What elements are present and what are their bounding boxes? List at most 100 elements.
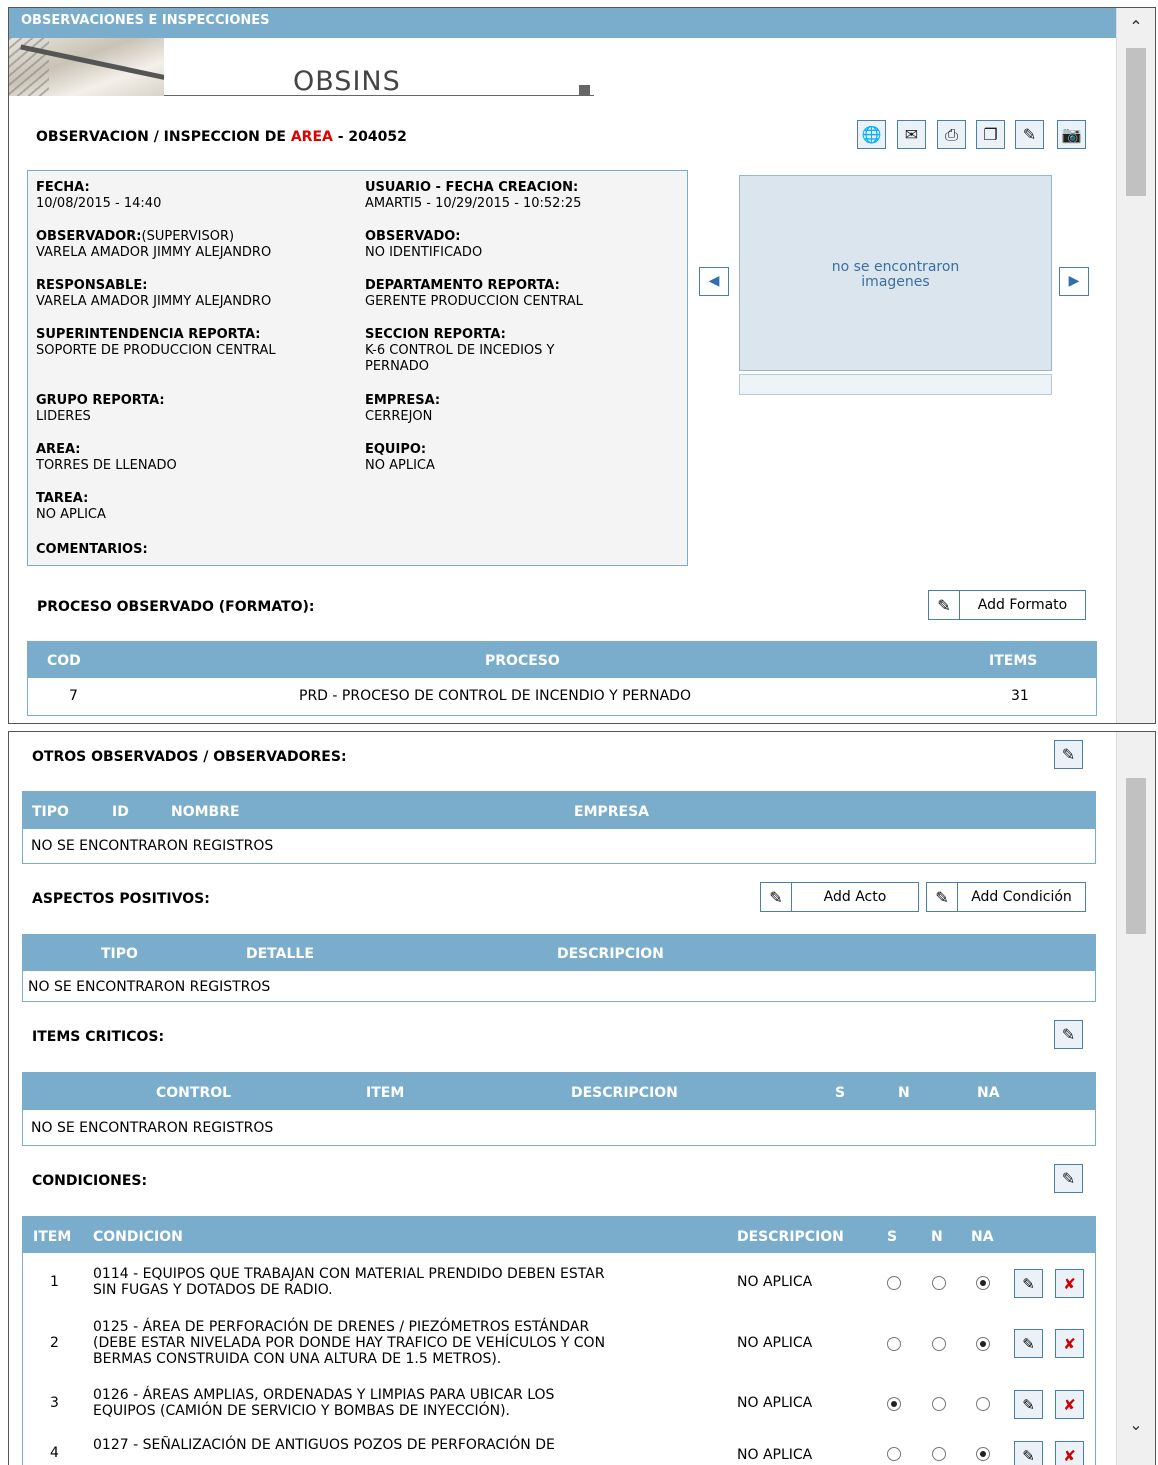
col-cod: COD [47,653,81,669]
edit-icon[interactable]: ✎ [1014,1390,1043,1419]
row-descripcion: NO APLICA [737,1395,813,1411]
image-viewer: no se encontraron imagenes [739,175,1052,371]
field-equipo: EQUIPO: NO APLICA [365,442,435,473]
delete-icon[interactable]: ✘ [1055,1390,1084,1419]
otros-table: TIPO ID NOMBRE EMPRESA NO SE ENCONTRARON… [22,791,1096,864]
field-area: AREA: TORRES DE LLENADO [36,442,177,473]
scroll-thumb[interactable] [1126,48,1146,196]
add-edit-icon: ✎ [927,883,958,911]
radio-n[interactable] [932,1276,946,1290]
col-proceso: PROCESO [485,653,560,669]
row-condicion: 0126 - ÁREAS AMPLIAS, ORDENADAS Y LIMPIA… [93,1387,555,1419]
camera-icon[interactable]: 📷 [1057,120,1086,149]
scroll-up-icon[interactable]: ⌃ [1117,14,1155,40]
add-criticos-button[interactable]: ✎ [1054,1020,1083,1049]
delete-icon[interactable]: ✘ [1055,1329,1084,1358]
radio-s[interactable] [887,1276,901,1290]
field-empresa: EMPRESA: CERREJON [365,393,441,424]
prev-image-button[interactable]: ◀ [699,267,729,296]
field-responsable: RESPONSABLE: VARELA AMADOR JIMMY ALEJANDR… [36,278,272,309]
col-control: CONTROL [156,1085,232,1101]
delete-icon[interactable]: ✘ [1055,1441,1084,1465]
add-acto-button[interactable]: ✎ Add Acto [760,882,919,912]
col-tipo: TIPO [101,946,138,962]
field-tarea: TAREA: NO APLICA [36,491,106,522]
col-item: ITEM [33,1229,72,1245]
info-box: FECHA: 10/08/2015 - 14:40 USUARIO - FECHA… [27,170,688,566]
scroll-down-icon[interactable]: ⌄ [1117,1412,1155,1438]
proceso-table: COD PROCESO ITEMS 7 PRD - PROCESO DE CON… [27,641,1097,716]
field-seccion: SECCION REPORTA: K-6 CONTROL DE INCEDIOS … [365,327,555,374]
record-heading: OBSERVACION / INSPECCION DE AREA - 20405… [36,129,407,145]
bottom-panel: ⌄ OTROS OBSERVADOS / OBSERVADORES: ✎ TIP… [8,731,1156,1465]
table-header: ITEM CONDICION DESCRIPCION S N NA [23,1217,1095,1253]
radio-s[interactable] [887,1337,901,1351]
radio-na[interactable] [976,1276,990,1290]
scroll-thumb-2[interactable] [1126,778,1146,934]
radio-n[interactable] [932,1337,946,1351]
condiciones-title: CONDICIONES: [32,1173,148,1189]
table-header: COD PROCESO ITEMS [28,642,1096,678]
globe-icon[interactable]: 🌐 [857,120,886,149]
banner-divider [164,95,594,96]
col-descripcion: DESCRIPCION [557,946,664,962]
scrollbar[interactable]: ⌃ [1116,8,1155,723]
add-formato-button[interactable]: ✎ Add Formato [928,590,1086,620]
add-otros-button[interactable]: ✎ [1054,740,1083,769]
col-nombre: NOMBRE [171,804,240,820]
next-image-button[interactable]: ▶ [1059,267,1089,296]
edit-icon[interactable]: ✎ [1014,1441,1043,1465]
otros-title: OTROS OBSERVADOS / OBSERVADORES: [32,749,347,765]
edit-icon[interactable]: ✎ [1014,1329,1043,1358]
mail-icon[interactable]: ✉ [897,120,926,149]
radio-n[interactable] [932,1397,946,1411]
radio-na[interactable] [976,1337,990,1351]
no-images-text: no se encontraron [831,259,960,275]
row-items: 31 [1011,688,1029,704]
table-header: TIPO ID NOMBRE EMPRESA [23,792,1095,829]
field-grupo: GRUPO REPORTA: LIDERES [36,393,165,424]
add-formato-label: Add Formato [977,597,1068,613]
radio-s[interactable] [887,1447,901,1461]
row-item: 4 [50,1445,59,1461]
radio-n[interactable] [932,1447,946,1461]
proceso-title: PROCESO OBSERVADO (FORMATO): [37,599,315,615]
criticos-table: CONTROL ITEM DESCRIPCION S N NA NO SE EN… [22,1072,1096,1146]
empty-message: NO SE ENCONTRARON REGISTROS [31,1120,274,1136]
record-separator: - [332,129,349,145]
add-condicion-label: Add Condición [971,889,1072,905]
edit-icon[interactable]: ✎ [1014,1269,1043,1298]
row-condicion: 0127 - SEÑALIZACIÓN DE ANTIGUOS POZOS DE… [93,1437,555,1453]
row-item: 1 [50,1274,59,1290]
record-id: 204052 [348,129,407,145]
print-icon[interactable]: ⎙ [937,120,966,149]
row-cod: 7 [69,688,78,704]
row-descripcion: NO APLICA [737,1447,813,1463]
aspectos-title: ASPECTOS POSITIVOS: [32,891,210,907]
record-type: AREA [290,129,333,145]
copy-icon[interactable]: ❐ [976,120,1005,149]
record-prefix: OBSERVACION / INSPECCION DE [36,129,286,145]
row-proceso[interactable]: PRD - PROCESO DE CONTROL DE INCENDIO Y P… [299,688,691,704]
row-condicion: 0114 - EQUIPOS QUE TRABAJAN CON MATERIAL… [93,1266,605,1298]
col-na: NA [977,1085,1000,1101]
field-usuario: USUARIO - FECHA CREACION: AMARTI5 - 10/29… [365,180,582,211]
add-edit-icon: ✎ [761,883,792,911]
field-fecha: FECHA: 10/08/2015 - 14:40 [36,180,162,211]
image-caption [739,374,1052,395]
scrollbar-2[interactable]: ⌄ [1116,732,1155,1465]
add-condicion-button[interactable]: ✎ Add Condición [926,882,1086,912]
row-descripcion: NO APLICA [737,1335,813,1351]
radio-na[interactable] [976,1397,990,1411]
add-condiciones-button[interactable]: ✎ [1054,1164,1083,1193]
col-n: N [898,1085,910,1101]
col-items: ITEMS [989,653,1038,669]
top-panel: OBSERVACIONES E INSPECCIONES ⌃ OBSINS OB… [8,7,1156,724]
field-departamento: DEPARTAMENTO REPORTA: GERENTE PRODUCCION … [365,278,583,309]
radio-na[interactable] [976,1447,990,1461]
col-descripcion: DESCRIPCION [737,1229,844,1245]
delete-icon[interactable]: ✘ [1055,1269,1084,1298]
no-images-text-2: imagenes [861,274,930,290]
edit-icon[interactable]: ✎ [1015,120,1044,149]
radio-s[interactable] [887,1397,901,1411]
